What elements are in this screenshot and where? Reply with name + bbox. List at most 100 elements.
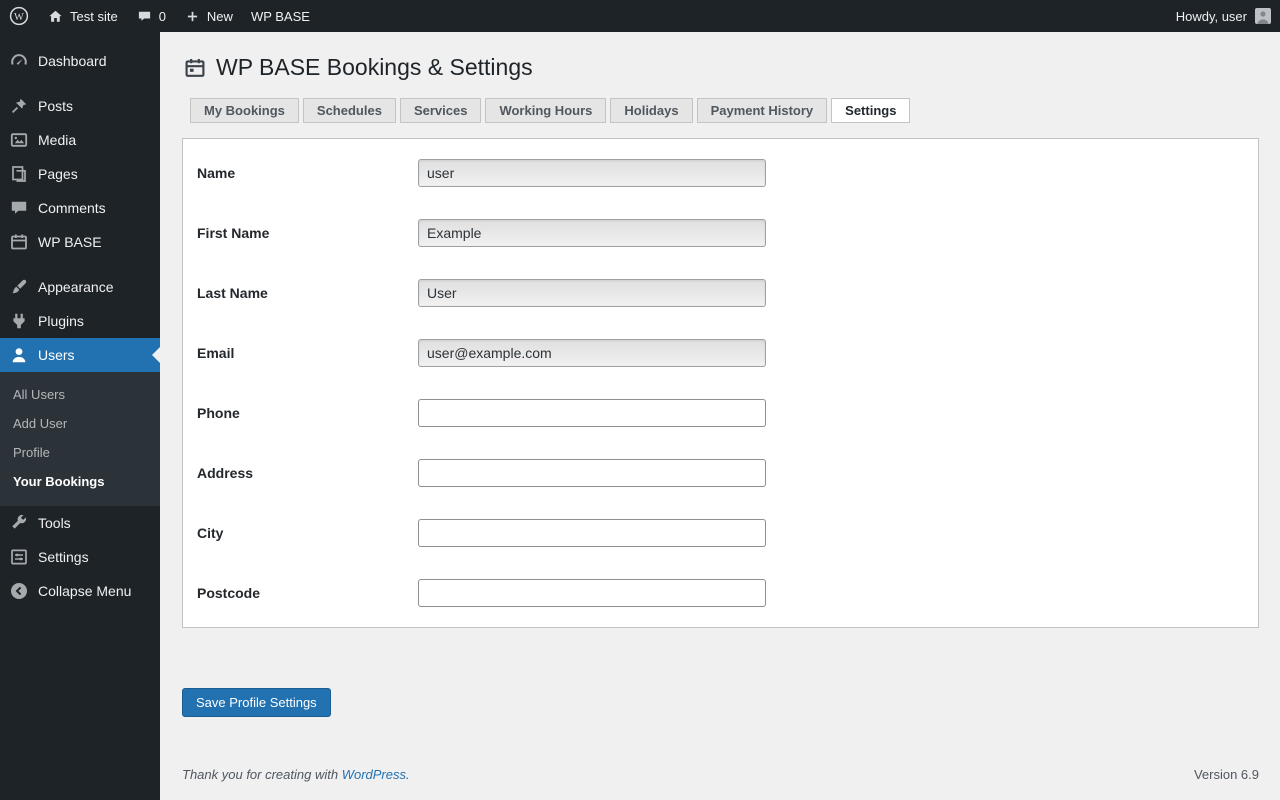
save-profile-settings-button[interactable]: Save Profile Settings <box>182 688 331 717</box>
footer-thanks-suffix: . <box>406 767 410 782</box>
sidebar-item-label: Comments <box>38 200 106 216</box>
address-input[interactable] <box>418 459 766 487</box>
page-title: WP BASE Bookings & Settings <box>182 54 1259 81</box>
home-icon <box>47 8 64 25</box>
form-row-last-name: Last Name <box>183 263 1258 323</box>
name-label: Name <box>183 165 418 181</box>
footer-version: Version 6.9 <box>1194 767 1259 782</box>
footer-thanks-prefix: Thank you for creating with <box>182 767 342 782</box>
form-row-phone: Phone <box>183 383 1258 443</box>
howdy-label: Howdy, user <box>1176 9 1247 24</box>
tab-bar: My Bookings Schedules Services Working H… <box>190 98 1259 123</box>
sidebar-item-your-bookings[interactable]: Your Bookings <box>0 467 160 496</box>
form-row-city: City <box>183 503 1258 563</box>
wrench-icon <box>9 513 29 533</box>
settings-icon <box>9 547 29 567</box>
address-label: Address <box>183 465 418 481</box>
svg-text:W: W <box>14 12 24 23</box>
settings-panel: Name First Name Last Name Email Phone Ad… <box>182 138 1259 628</box>
sidebar-item-label: Plugins <box>38 313 84 329</box>
wp-logo-button[interactable]: W <box>0 0 38 32</box>
tab-my-bookings[interactable]: My Bookings <box>190 98 299 123</box>
tab-services[interactable]: Services <box>400 98 482 123</box>
site-name-link[interactable]: Test site <box>38 0 127 32</box>
menu-separator <box>0 78 160 89</box>
sidebar-item-label: Users <box>38 347 75 363</box>
sidebar-item-label: Tools <box>38 515 71 531</box>
calendar-icon <box>9 232 29 252</box>
phone-input[interactable] <box>418 399 766 427</box>
sidebar-item-label: Dashboard <box>38 53 107 69</box>
postcode-label: Postcode <box>183 585 418 601</box>
sidebar-item-settings[interactable]: Settings <box>0 540 160 574</box>
media-icon <box>9 130 29 150</box>
form-row-first-name: First Name <box>183 203 1258 263</box>
admin-menu: Dashboard Posts Media Pages Comments WP … <box>0 32 160 800</box>
submenu-item-label: Add User <box>13 416 67 431</box>
city-label: City <box>183 525 418 541</box>
sidebar-item-users[interactable]: Users <box>0 338 160 372</box>
phone-label: Phone <box>183 405 418 421</box>
admin-bar-right: Howdy, user <box>1167 0 1280 32</box>
first-name-label: First Name <box>183 225 418 241</box>
name-input[interactable] <box>418 159 766 187</box>
sidebar-item-posts[interactable]: Posts <box>0 89 160 123</box>
brush-icon <box>9 277 29 297</box>
sidebar-item-label: Posts <box>38 98 73 114</box>
new-label: New <box>207 9 233 24</box>
form-row-email: Email <box>183 323 1258 383</box>
sidebar-item-appearance[interactable]: Appearance <box>0 270 160 304</box>
sidebar-item-pages[interactable]: Pages <box>0 157 160 191</box>
menu-separator <box>0 259 160 270</box>
collapse-menu-button[interactable]: Collapse Menu <box>0 574 160 608</box>
calendar-icon <box>183 56 207 80</box>
sidebar-item-media[interactable]: Media <box>0 123 160 157</box>
wordpress-link[interactable]: WordPress <box>342 767 406 782</box>
tab-settings[interactable]: Settings <box>831 98 910 123</box>
site-name-label: Test site <box>70 9 118 24</box>
sidebar-item-label: Settings <box>38 549 89 565</box>
sidebar-item-add-user[interactable]: Add User <box>0 409 160 438</box>
my-account-menu[interactable]: Howdy, user <box>1167 0 1280 32</box>
tab-schedules[interactable]: Schedules <box>303 98 396 123</box>
new-content-button[interactable]: New <box>175 0 242 32</box>
sidebar-item-tools[interactable]: Tools <box>0 506 160 540</box>
admin-bar: W Test site 0 New WP BASE Howdy, user <box>0 0 1280 32</box>
comments-shortcut[interactable]: 0 <box>127 0 175 32</box>
form-row-postcode: Postcode <box>183 563 1258 623</box>
page-title-text: WP BASE Bookings & Settings <box>216 54 533 81</box>
footer: Thank you for creating with WordPress. V… <box>182 767 1259 782</box>
form-row-address: Address <box>183 443 1258 503</box>
user-avatar <box>1255 8 1271 24</box>
sidebar-item-profile[interactable]: Profile <box>0 438 160 467</box>
submenu-item-label: All Users <box>13 387 65 402</box>
tab-holidays[interactable]: Holidays <box>610 98 692 123</box>
sidebar-item-plugins[interactable]: Plugins <box>0 304 160 338</box>
pushpin-icon <box>9 96 29 116</box>
pages-icon <box>9 164 29 184</box>
postcode-input[interactable] <box>418 579 766 607</box>
tab-working-hours[interactable]: Working Hours <box>485 98 606 123</box>
sidebar-item-wp-base[interactable]: WP BASE <box>0 225 160 259</box>
sidebar-item-dashboard[interactable]: Dashboard <box>0 44 160 78</box>
admin-bar-left: W Test site 0 New WP BASE <box>0 0 319 32</box>
wp-base-shortcut[interactable]: WP BASE <box>242 0 319 32</box>
form-row-name: Name <box>183 143 1258 203</box>
tab-payment-history[interactable]: Payment History <box>697 98 828 123</box>
sidebar-item-label: Media <box>38 132 76 148</box>
sidebar-item-label: Appearance <box>38 279 114 295</box>
footer-thanks-text: Thank you for creating with WordPress. <box>182 767 410 782</box>
sidebar-item-label: Pages <box>38 166 78 182</box>
email-input[interactable] <box>418 339 766 367</box>
submenu-item-label: Your Bookings <box>13 474 104 489</box>
sidebar-item-label: WP BASE <box>38 234 102 250</box>
first-name-input[interactable] <box>418 219 766 247</box>
sidebar-item-all-users[interactable]: All Users <box>0 380 160 409</box>
sidebar-item-comments[interactable]: Comments <box>0 191 160 225</box>
city-input[interactable] <box>418 519 766 547</box>
collapse-arrow-icon <box>9 581 29 601</box>
last-name-input[interactable] <box>418 279 766 307</box>
collapse-menu-label: Collapse Menu <box>38 583 131 599</box>
wp-base-label: WP BASE <box>251 9 310 24</box>
wordpress-logo-icon: W <box>9 6 29 26</box>
